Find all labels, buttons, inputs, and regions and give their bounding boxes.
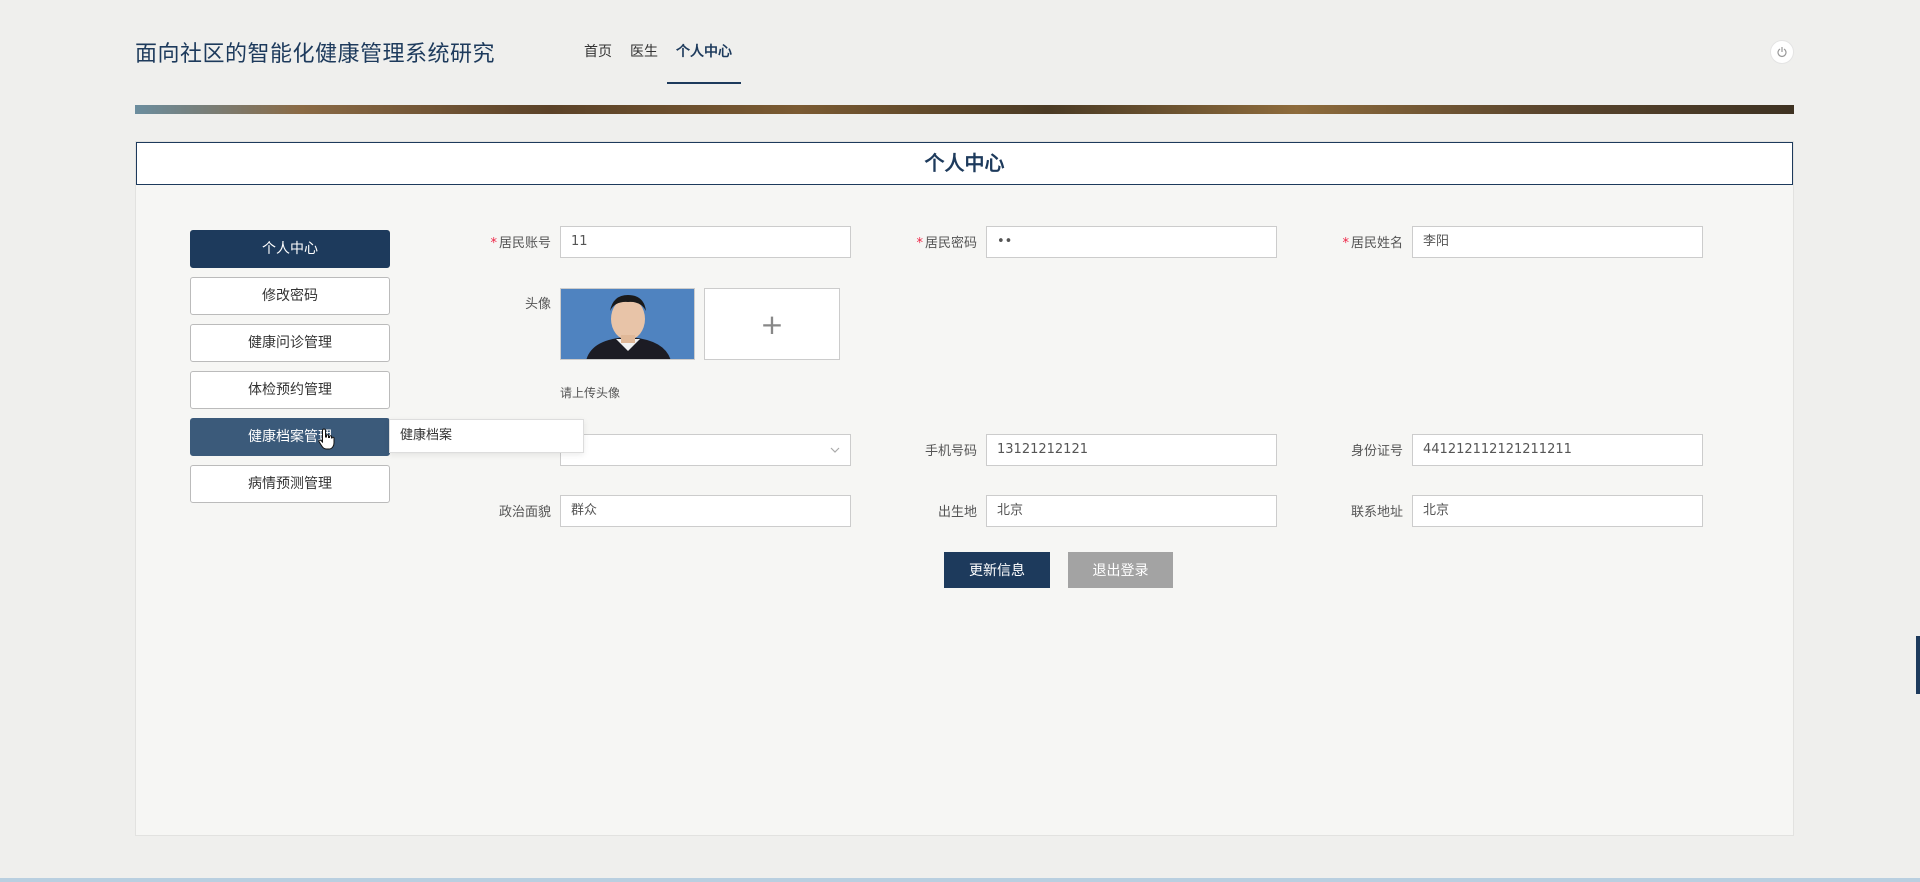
bottom-bar — [0, 878, 1920, 882]
phone-input[interactable]: 13121212121 — [986, 434, 1277, 466]
nav-home[interactable]: 首页 — [575, 40, 621, 84]
politics-input[interactable]: 群众 — [560, 495, 851, 527]
account-input[interactable]: 11 — [560, 226, 851, 258]
sidebar-item-change-password[interactable]: 修改密码 — [190, 277, 390, 315]
sidebar-item-checkup-booking[interactable]: 体检预约管理 — [190, 371, 390, 409]
id-label: 身份证号 — [1350, 444, 1403, 459]
birthplace-input[interactable]: 北京 — [986, 495, 1277, 527]
address-label: 联系地址 — [1350, 505, 1403, 520]
password-label: * 居民密码 — [916, 236, 977, 251]
panel-title: 个人中心 — [136, 142, 1793, 185]
gender-select[interactable] — [560, 434, 851, 466]
hand-cursor-icon — [318, 428, 335, 450]
banner-image-strip — [135, 105, 1794, 114]
nav-doctor[interactable]: 医生 — [621, 40, 667, 84]
upload-hint: 请上传头像 — [560, 386, 621, 400]
chevron-down-icon — [830, 447, 840, 453]
logout-button[interactable]: 退出登录 — [1068, 552, 1173, 588]
phone-label: 手机号码 — [924, 444, 977, 459]
birthplace-label: 出生地 — [937, 505, 977, 520]
logout-power-button[interactable] — [1770, 40, 1794, 64]
id-input[interactable]: 441212112121211211 — [1412, 434, 1703, 466]
name-label: * 居民姓名 — [1342, 236, 1403, 251]
health-records-dropdown-item[interactable]: 健康档案 — [389, 419, 584, 453]
sidebar-menu: 个人中心 修改密码 健康问诊管理 体检预约管理 健康档案管理 病情预测管理 — [190, 230, 390, 512]
sidebar-item-consultation[interactable]: 健康问诊管理 — [190, 324, 390, 362]
politics-label: 政治面貌 — [498, 505, 551, 520]
header: 面向社区的智能化健康管理系统研究 首页 医生 个人中心 — [0, 0, 1920, 100]
password-input[interactable]: •• — [986, 226, 1277, 258]
top-nav: 首页 医生 个人中心 — [575, 40, 741, 84]
account-label: * 居民账号 — [490, 236, 551, 251]
avatar-image — [560, 288, 695, 360]
name-input[interactable]: 李阳 — [1412, 226, 1703, 258]
nav-personal-center[interactable]: 个人中心 — [667, 40, 741, 84]
avatar-upload-button[interactable]: + — [704, 288, 840, 360]
sidebar-item-disease-prediction[interactable]: 病情预测管理 — [190, 465, 390, 503]
side-tab-handle[interactable] — [1916, 636, 1920, 694]
sidebar-item-personal-center[interactable]: 个人中心 — [190, 230, 390, 268]
site-title: 面向社区的智能化健康管理系统研究 — [135, 42, 496, 67]
avatar-label: 头像 — [524, 297, 551, 312]
sidebar-item-health-records[interactable]: 健康档案管理 — [190, 418, 390, 456]
address-input[interactable]: 北京 — [1412, 495, 1703, 527]
update-info-button[interactable]: 更新信息 — [944, 552, 1050, 588]
power-icon — [1777, 47, 1787, 57]
